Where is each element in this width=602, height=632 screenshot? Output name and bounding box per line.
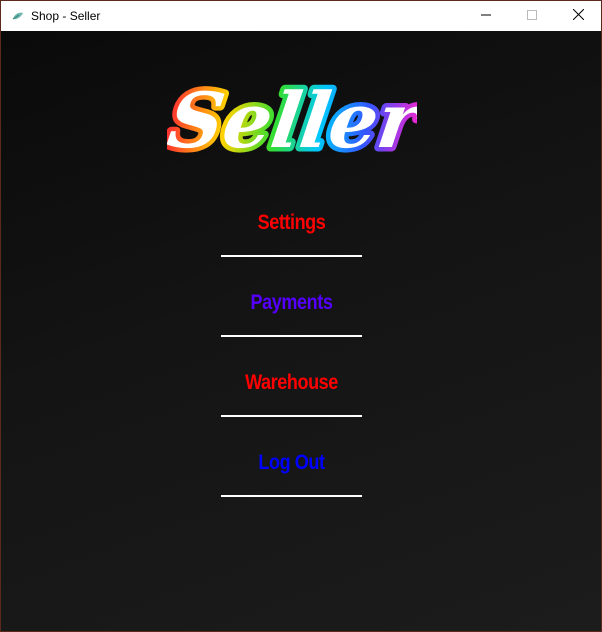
minimize-icon <box>481 7 491 25</box>
settings-label: Settings <box>257 211 326 234</box>
close-icon <box>572 7 584 25</box>
payments-underline <box>221 335 362 337</box>
warehouse-underline <box>221 415 362 417</box>
settings-underline <box>221 255 362 257</box>
title-bar[interactable]: Shop - Seller <box>1 1 601 31</box>
warehouse-label: Warehouse <box>245 371 338 394</box>
warehouse-button[interactable]: Warehouse <box>221 369 362 417</box>
payments-label: Payments <box>250 291 333 314</box>
seller-logo: Seller Seller <box>167 75 417 165</box>
main-content: Seller Seller Settings Payments Warehous… <box>1 31 601 631</box>
payments-button[interactable]: Payments <box>221 289 362 337</box>
log-out-label: Log Out <box>258 451 325 474</box>
leaf-icon <box>10 8 26 24</box>
logo-text: Seller <box>167 76 417 165</box>
close-button[interactable] <box>555 1 601 31</box>
maximize-icon <box>527 7 537 25</box>
log-out-underline <box>221 495 362 497</box>
maximize-button[interactable] <box>509 1 555 31</box>
app-window: Shop - Seller Seller Seller Settings Pay… <box>0 0 602 632</box>
window-title: Shop - Seller <box>31 9 101 23</box>
minimize-button[interactable] <box>463 1 509 31</box>
settings-button[interactable]: Settings <box>221 209 362 257</box>
log-out-button[interactable]: Log Out <box>221 449 362 497</box>
